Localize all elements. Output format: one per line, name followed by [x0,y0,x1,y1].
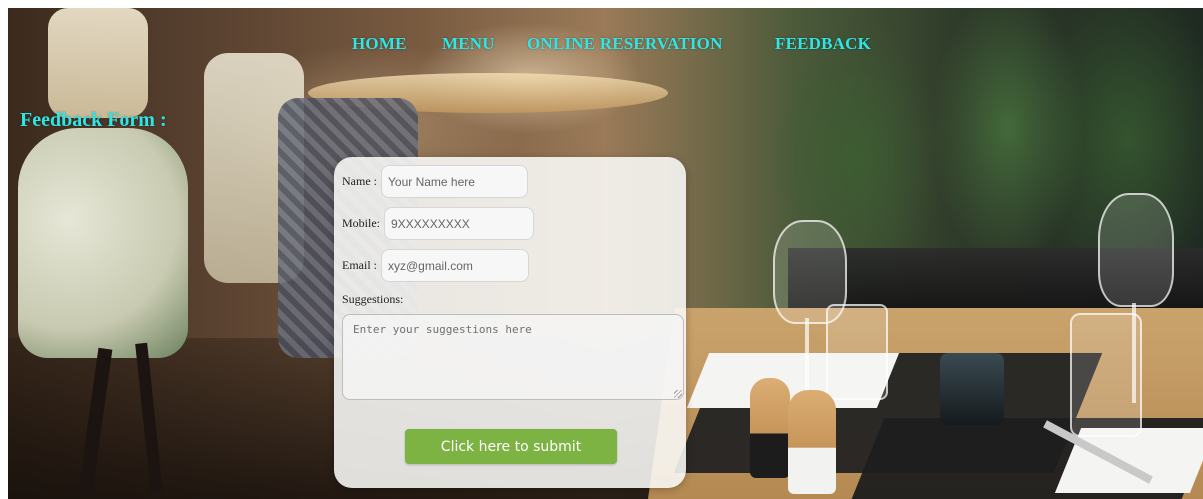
feedback-form: Name : Mobile: Email : Suggestions: Clic… [334,157,686,488]
suggestions-label: Suggestions: [342,292,404,306]
pepper-shaker [750,378,790,478]
nav-home-link[interactable]: HOME [352,34,407,54]
water-glass [1070,313,1142,437]
main-nav: HOME MENU ONLINE RESERVATION FEEDBACK [0,34,1203,58]
page: HOME MENU ONLINE RESERVATION FEEDBACK Fe… [0,0,1203,499]
email-field[interactable] [381,249,529,282]
mobile-field[interactable] [384,207,534,240]
submit-button[interactable]: Click here to submit [405,429,617,464]
foreground-chair [18,128,188,358]
name-label: Name : [342,174,377,188]
candle-holder [940,353,1004,425]
mobile-label: Mobile: [342,216,380,230]
nav-online-reservation-link[interactable]: ONLINE RESERVATION [527,34,723,54]
nav-menu-link[interactable]: MENU [442,34,495,54]
suggestions-textarea[interactable] [342,314,684,400]
wine-glass-stem [805,318,809,393]
name-field[interactable] [381,165,528,198]
email-label: Email : [342,258,377,272]
wine-glass [1098,193,1174,307]
page-title: Feedback Form : [20,109,167,131]
salt-shaker [788,390,836,494]
name-row: Name : [342,165,528,198]
nav-feedback-link[interactable]: FEEDBACK [775,34,871,54]
background-chair [48,8,148,118]
water-glass [826,304,888,400]
mobile-row: Mobile: [342,207,534,240]
email-row: Email : [342,249,529,282]
textarea-resize-handle[interactable] [674,390,682,398]
